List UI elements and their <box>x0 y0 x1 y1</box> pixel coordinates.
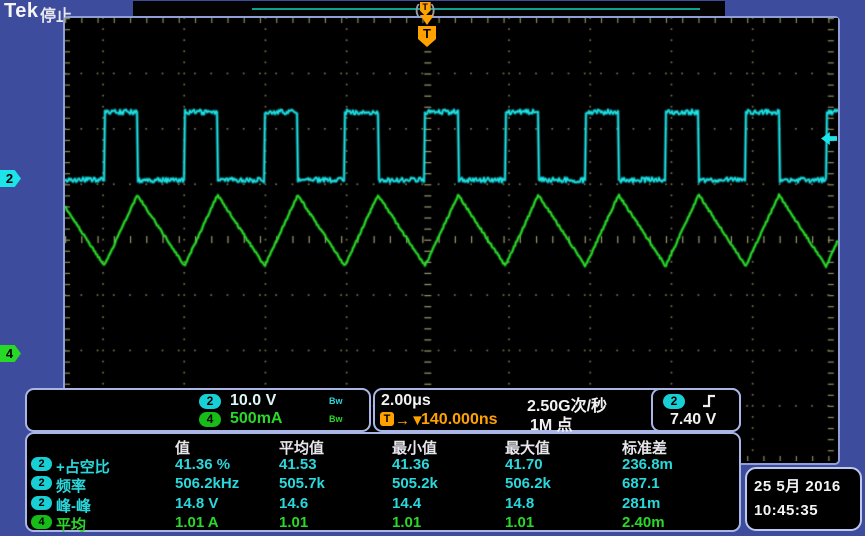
measurement-label: 峰-峰 <box>56 495 91 516</box>
horizontal-scale: 2.00μs <box>381 392 431 410</box>
col-header-min: 最小值 <box>392 437 437 458</box>
measurement-max: 506.2k <box>505 475 551 492</box>
channel4-bandwidth-icon: Bw <box>329 414 343 424</box>
trigger-position-value: 140.000ns <box>421 411 498 429</box>
measurement-value: 506.2kHz <box>175 475 239 492</box>
measurement-max: 41.70 <box>505 456 543 473</box>
measurement-label: 频率 <box>56 475 86 496</box>
trigger-source-badge[interactable]: 2 <box>663 394 685 409</box>
measurement-value: 41.36 % <box>175 456 230 473</box>
trigger-readout-box[interactable]: 2 7.40 V <box>651 388 741 432</box>
trigger-position-arrow-icon[interactable] <box>420 15 434 25</box>
measurement-value: 1.01 A <box>175 514 219 531</box>
measurement-row: 2 频率 506.2kHz 505.7k 505.2k 506.2k 687.1 <box>27 475 739 494</box>
expansion-bracket-left: ( <box>415 2 420 16</box>
date-display: 25 5月 2016 <box>754 475 841 496</box>
measurement-row: 2 +占空比 41.36 % 41.53 41.36 41.70 236.8m <box>27 456 739 475</box>
row-channel-badge: 2 <box>31 496 52 510</box>
oscilloscope-screen: Tek 停止 ( T ) T 2 4 2 10.0 V Bw 4 500mA B… <box>0 0 865 536</box>
measurement-label: 平均 <box>56 514 86 535</box>
measurement-label: +占空比 <box>56 456 110 477</box>
brand-logo: Tek <box>4 0 38 23</box>
channel2-scale: 10.0 V <box>230 392 276 410</box>
measurement-row: 4 平均 1.01 A 1.01 1.01 1.01 2.40m <box>27 514 739 533</box>
trigger-t-badge: T <box>380 412 394 426</box>
measurement-stddev: 281m <box>622 495 660 512</box>
trigger-t-icon: T <box>420 2 431 16</box>
col-header-mean: 平均值 <box>279 437 324 458</box>
measurement-min: 505.2k <box>392 475 438 492</box>
channel2-bandwidth-icon: Bw <box>329 396 343 406</box>
channel4-ground-marker[interactable]: 4 <box>0 345 21 362</box>
horizontal-readout-box[interactable]: 2.00μs 2.50G次/秒 T →▼ 140.000ns 1M 点 2 7.… <box>373 388 741 432</box>
trigger-level-value: 7.40 V <box>670 411 716 429</box>
measurement-stddev: 687.1 <box>622 475 660 492</box>
channel2-badge[interactable]: 2 <box>199 394 221 409</box>
row-channel-badge: 2 <box>31 476 52 490</box>
measurement-min: 41.36 <box>392 456 430 473</box>
col-header-max: 最大值 <box>505 437 550 458</box>
measurement-min: 1.01 <box>392 514 421 531</box>
measurement-value: 14.8 V <box>175 495 218 512</box>
channel4-badge[interactable]: 4 <box>199 412 221 427</box>
time-display: 10:45:35 <box>754 502 818 519</box>
col-header-stddev: 标准差 <box>622 437 667 458</box>
rising-edge-icon <box>701 393 717 409</box>
measurement-min: 14.4 <box>392 495 421 512</box>
measurement-mean: 14.6 <box>279 495 308 512</box>
row-channel-badge: 2 <box>31 457 52 471</box>
measurement-stddev: 236.8m <box>622 456 673 473</box>
measurement-max: 14.8 <box>505 495 534 512</box>
channel2-ground-marker[interactable]: 2 <box>0 170 21 187</box>
expansion-bracket-right: ) <box>431 2 436 16</box>
measurement-row: 2 峰-峰 14.8 V 14.6 14.4 14.8 281m <box>27 495 739 514</box>
measurement-mean: 1.01 <box>279 514 308 531</box>
datetime-box: 25 5月 2016 10:45:35 <box>745 467 862 531</box>
measurement-max: 1.01 <box>505 514 534 531</box>
measurement-mean: 505.7k <box>279 475 325 492</box>
measurement-stddev: 2.40m <box>622 514 665 531</box>
channel4-scale: 500mA <box>230 410 282 428</box>
measurement-table: 值 平均值 最小值 最大值 标准差 2 +占空比 41.36 % 41.53 4… <box>25 432 741 532</box>
channel-readout-box[interactable]: 2 10.0 V Bw 4 500mA Bw <box>25 388 371 432</box>
record-view-waveform-line <box>252 8 700 10</box>
measurement-mean: 41.53 <box>279 456 317 473</box>
col-header-value: 值 <box>175 437 190 458</box>
row-channel-badge: 4 <box>31 515 52 529</box>
